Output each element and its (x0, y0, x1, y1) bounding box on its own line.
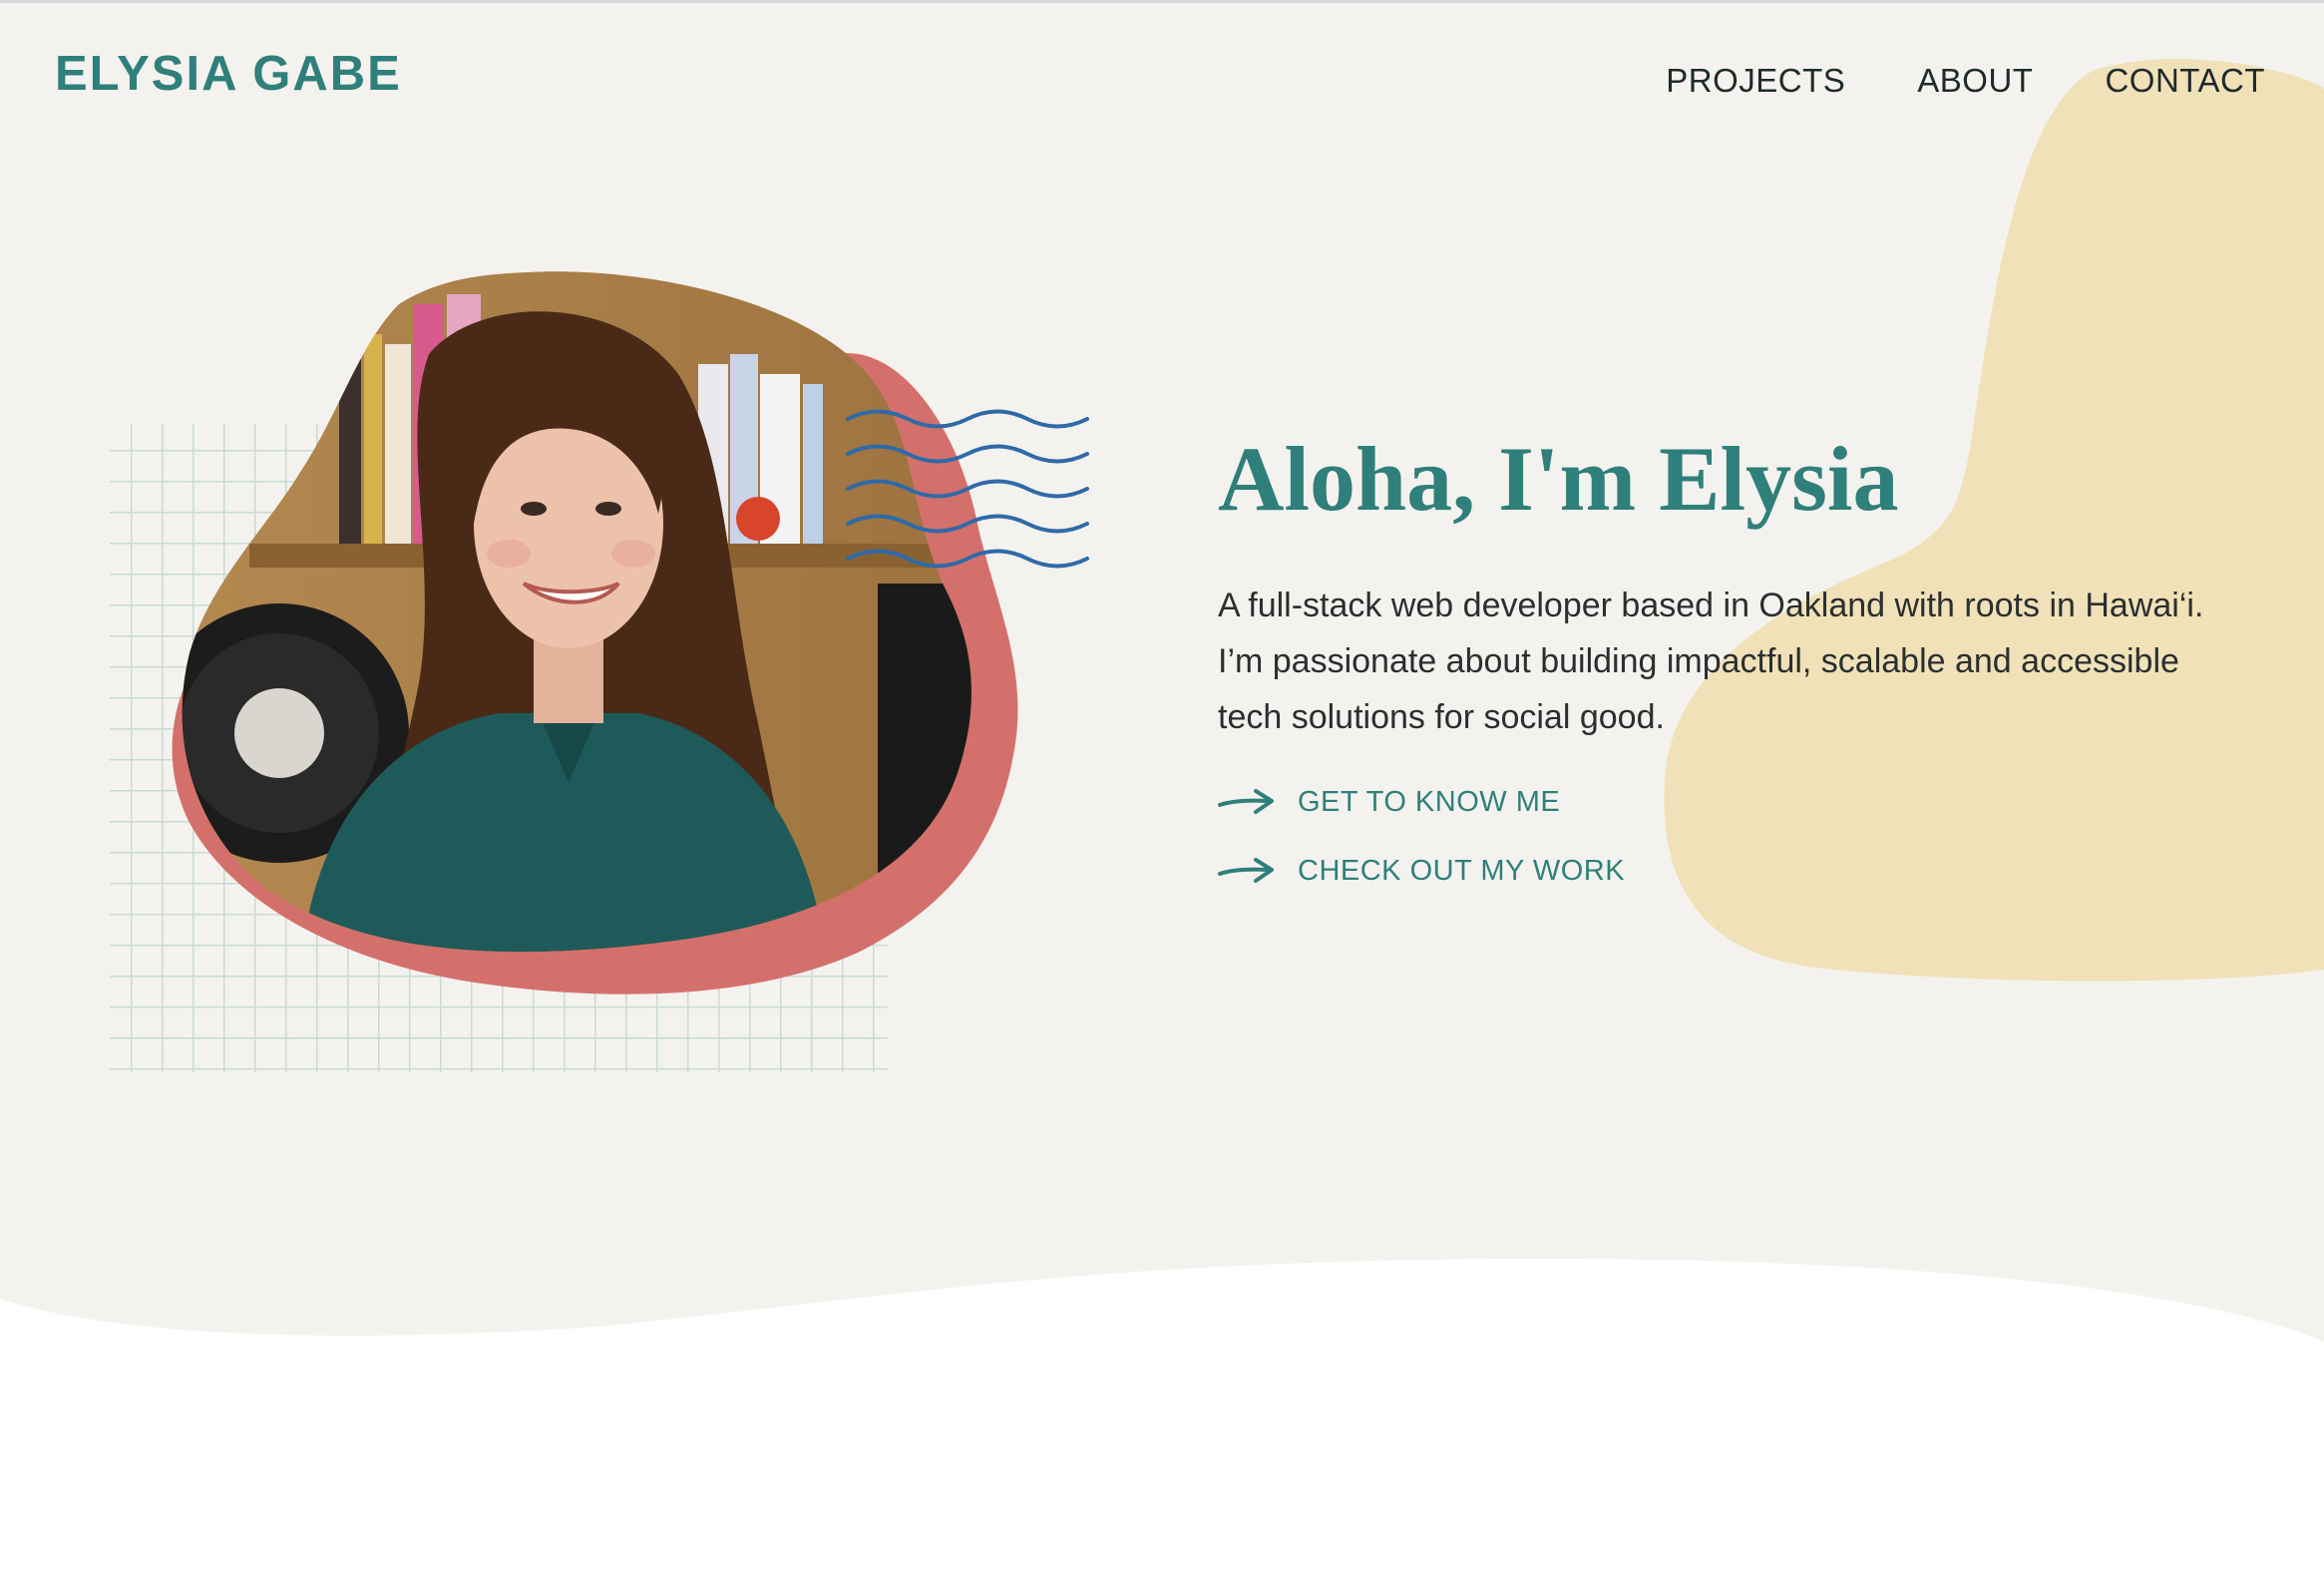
hero-content: Aloha, I'm Elysia A full-stack web devel… (1218, 428, 2235, 919)
get-to-know-me-link[interactable]: GET TO KNOW ME (1218, 781, 2235, 823)
cta-label: GET TO KNOW ME (1298, 785, 1561, 818)
arrow-right-icon (1218, 789, 1274, 815)
cta-list: GET TO KNOW ME CHECK OUT MY WORK (1218, 781, 2235, 892)
arrow-right-icon (1218, 858, 1274, 884)
site-logo[interactable]: ELYSIA GABE (55, 46, 402, 102)
main-nav: PROJECTS ABOUT CONTACT (1666, 62, 2265, 100)
hero-illustration (110, 271, 1089, 1072)
nav-link-about[interactable]: ABOUT (1917, 62, 2033, 100)
hero-image-group (100, 264, 1097, 1082)
cta-label: CHECK OUT MY WORK (1298, 854, 1626, 887)
check-out-my-work-link[interactable]: CHECK OUT MY WORK (1218, 850, 2235, 892)
hero-title: Aloha, I'm Elysia (1218, 428, 1899, 530)
nav-link-projects[interactable]: PROJECTS (1666, 62, 1845, 100)
hero-description: A full-stack web developer based in Oakl… (1218, 587, 2204, 737)
site-header: ELYSIA GABE PROJECTS ABOUT CONTACT (0, 0, 2324, 150)
nav-link-contact[interactable]: CONTACT (2105, 62, 2265, 100)
